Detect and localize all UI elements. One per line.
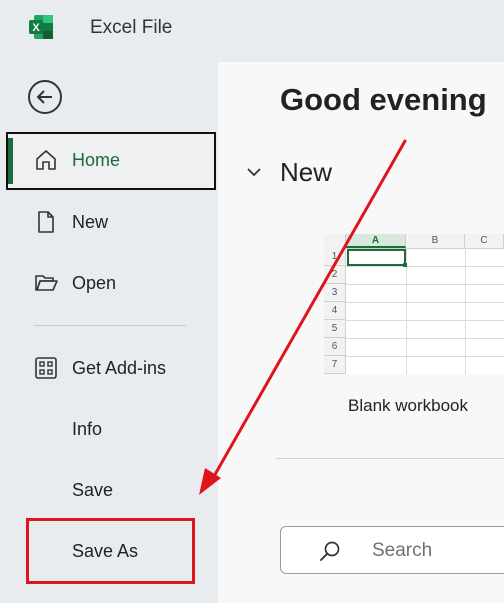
row-header: 2 — [324, 266, 346, 284]
title-bar: X Excel File — [0, 0, 504, 56]
selected-cell — [347, 249, 406, 266]
greeting-heading: Good evening — [280, 82, 487, 117]
search-placeholder: Search — [372, 540, 433, 561]
save-as-highlight-box — [26, 518, 195, 584]
corner-cell — [324, 234, 346, 248]
blank-workbook-label[interactable]: Blank workbook — [348, 396, 468, 416]
row-header: 3 — [324, 284, 346, 302]
sidebar-item-info[interactable]: Info — [0, 401, 216, 459]
search-icon — [320, 541, 340, 561]
chevron-down-icon[interactable] — [246, 166, 262, 178]
sidebar-item-new[interactable]: New — [0, 194, 216, 252]
sidebar-item-label: Home — [72, 150, 121, 170]
row-header: 7 — [324, 356, 346, 374]
column-header: B — [406, 234, 465, 248]
sidebar-item-get-add-ins[interactable]: Get Add-ins — [0, 340, 216, 398]
fill-handle — [403, 263, 407, 267]
sidebar-item-home[interactable]: Home — [0, 132, 216, 190]
column-header: C — [465, 234, 504, 248]
sidebar-item-label: Get Add-ins — [72, 358, 167, 378]
column-header: A — [346, 234, 406, 248]
grid-line — [346, 284, 504, 285]
sidebar-item-label: Info — [72, 419, 103, 439]
sidebar-item-label: Save — [72, 480, 114, 500]
new-section-title: New — [280, 157, 333, 187]
row-header: 1 — [324, 248, 346, 266]
row-header: 4 — [324, 302, 346, 320]
grid-line — [346, 302, 504, 303]
grid-line — [346, 320, 504, 321]
sidebar-item-save[interactable]: Save — [0, 462, 216, 520]
section-divider — [276, 458, 504, 459]
back-arrow-icon — [36, 90, 52, 104]
row-header: 6 — [324, 338, 346, 356]
sidebar-item-label: New — [72, 212, 109, 232]
home-icon — [36, 150, 56, 170]
add-ins-grid-icon — [35, 357, 57, 379]
app-title: Excel File — [90, 17, 173, 38]
grid-line — [346, 356, 504, 357]
blank-workbook-thumbnail[interactable]: A B C 1 2 3 4 5 6 7 — [324, 234, 504, 374]
back-button[interactable] — [28, 80, 62, 114]
row-header: 5 — [324, 320, 346, 338]
sidebar-item-open[interactable]: Open — [0, 255, 216, 313]
excel-logo-icon: X — [29, 15, 53, 39]
main-panel: Good evening New A B C 1 2 3 4 5 6 7 Bla… — [218, 62, 504, 603]
grid-line — [346, 338, 504, 339]
search-box[interactable]: Search — [280, 526, 504, 574]
new-document-icon — [38, 211, 54, 233]
folder-open-icon — [35, 275, 58, 291]
grid-line — [346, 266, 504, 267]
sidebar-divider — [34, 325, 186, 326]
sidebar-item-label: Open — [72, 273, 117, 293]
excel-logo-letter: X — [32, 22, 40, 34]
